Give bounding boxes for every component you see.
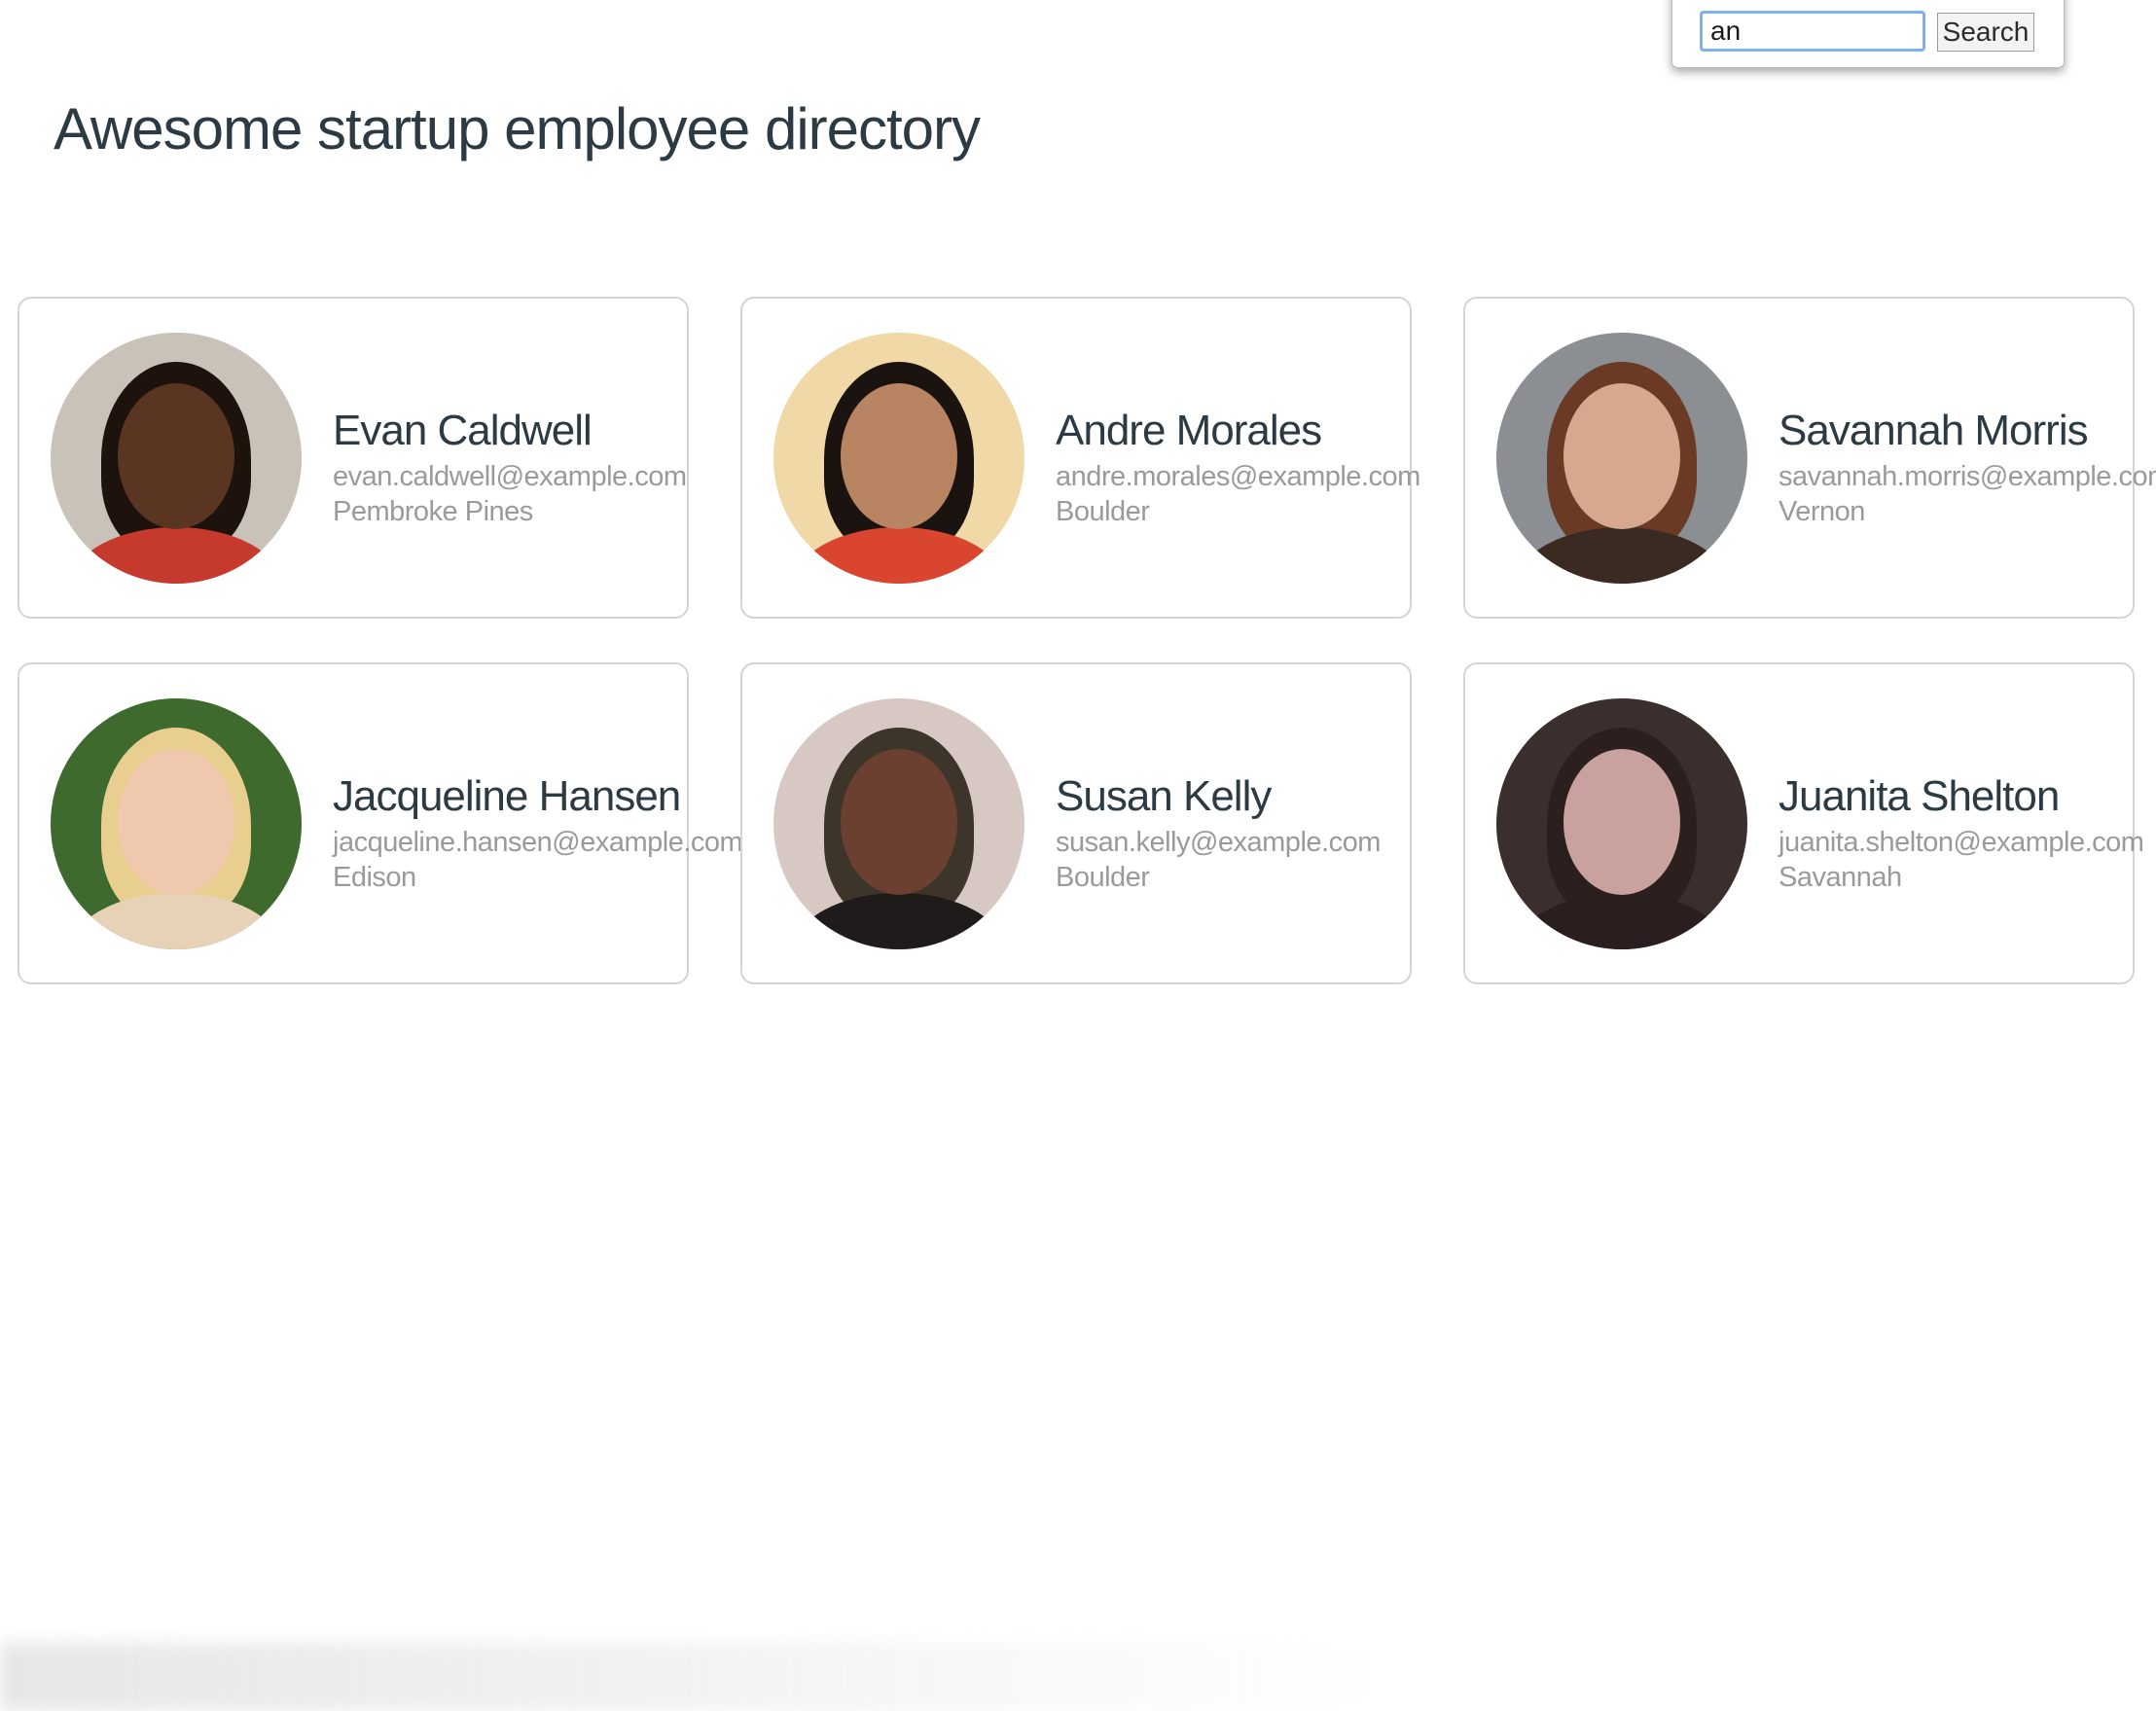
employee-name: Andre Morales <box>1056 406 1322 454</box>
avatar <box>1496 697 1747 949</box>
employee-email: jacqueline.hansen@example.com <box>333 826 743 858</box>
avatar-face <box>1563 382 1680 529</box>
avatar-shirt <box>793 526 1005 584</box>
avatar-shirt <box>1516 526 1728 584</box>
employee-email: susan.kelly@example.com <box>1056 826 1381 858</box>
employee-email: savannah.morris@example.com <box>1779 460 2156 492</box>
employee-city: Pembroke Pines <box>333 495 533 527</box>
avatar-shirt <box>70 892 282 949</box>
avatar-shirt <box>1516 892 1728 949</box>
avatar-face <box>841 382 957 529</box>
employee-name: Juanita Shelton <box>1779 771 2060 820</box>
employee-card[interactable]: Juanita Shelton juanita.shelton@example.c… <box>1463 662 2144 984</box>
employee-info: Savannah Morris savannah.morris@example.c… <box>1779 403 2156 529</box>
avatar <box>51 697 302 949</box>
avatar-face <box>1563 748 1680 895</box>
avatar-shirt <box>793 892 1005 949</box>
employee-email: evan.caldwell@example.com <box>333 460 687 492</box>
avatar <box>773 332 1024 584</box>
employee-name: Susan Kelly <box>1056 771 1272 820</box>
employee-card[interactable]: Susan Kelly susan.kelly@example.com Boulde… <box>740 662 1412 984</box>
employee-info: Andre Morales andre.morales@example.com Bo… <box>1056 403 1420 529</box>
employee-card[interactable]: Andre Morales andre.morales@example.com Bo… <box>740 297 1420 619</box>
avatar <box>773 697 1024 949</box>
search-input[interactable] <box>1700 11 1925 52</box>
employee-city: Savannah <box>1779 861 1902 893</box>
avatar-face <box>118 382 234 529</box>
search-button[interactable]: Search <box>1937 13 2034 52</box>
avatar-shirt <box>70 526 282 584</box>
avatar-face <box>841 748 957 895</box>
avatar-face <box>118 748 234 895</box>
employee-info: Susan Kelly susan.kelly@example.com Boulde… <box>1056 768 1381 895</box>
avatar <box>51 332 302 584</box>
employee-grid: Evan Caldwell evan.caldwell@example.com Pe… <box>18 297 2156 984</box>
employee-info: Evan Caldwell evan.caldwell@example.com Pe… <box>333 403 687 529</box>
employee-card[interactable]: Evan Caldwell evan.caldwell@example.com Pe… <box>18 297 689 619</box>
employee-info: Juanita Shelton juanita.shelton@example.c… <box>1779 768 2144 895</box>
bottom-fade <box>0 1643 1382 1711</box>
employee-info: Jacqueline Hansen jacqueline.hansen@examp… <box>333 768 743 895</box>
employee-name: Evan Caldwell <box>333 406 593 454</box>
avatar <box>1496 332 1747 584</box>
employee-name: Savannah Morris <box>1779 406 2089 454</box>
page-title: Awesome startup employee directory <box>54 96 981 161</box>
employee-email: juanita.shelton@example.com <box>1779 826 2144 858</box>
employee-city: Boulder <box>1056 495 1150 527</box>
employee-card[interactable]: Jacqueline Hansen jacqueline.hansen@examp… <box>18 662 743 984</box>
employee-city: Vernon <box>1779 495 1865 527</box>
search-popup: Search <box>1671 0 2065 68</box>
employee-email: andre.morales@example.com <box>1056 460 1420 492</box>
employee-name: Jacqueline Hansen <box>333 771 681 820</box>
employee-city: Boulder <box>1056 861 1150 893</box>
employee-card[interactable]: Savannah Morris savannah.morris@example.c… <box>1463 297 2156 619</box>
employee-city: Edison <box>333 861 416 893</box>
